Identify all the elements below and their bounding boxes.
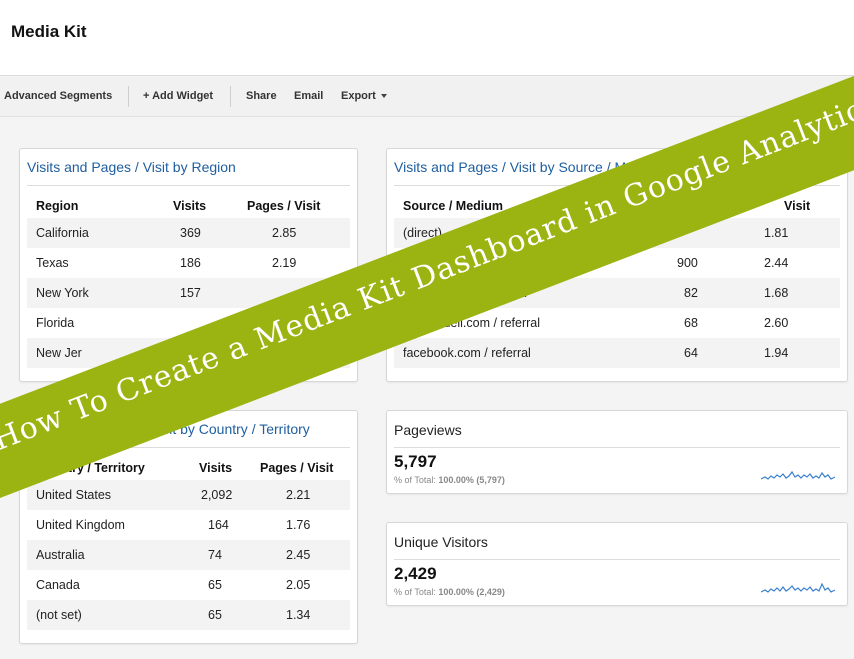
pages-per-visit-cell: 2.85	[272, 226, 297, 240]
column-header: Visits	[173, 199, 207, 213]
percent-of-total-value: 100.00% (5,797)	[438, 475, 505, 485]
region-cell: Texas	[36, 256, 69, 270]
pages-per-visit-cell: 1.94	[764, 346, 789, 360]
column-header: Pages / Visit	[247, 199, 321, 213]
pages-per-visit-cell: 2.19	[272, 256, 297, 270]
metric-value: 2,429	[394, 564, 437, 583]
pageviews-widget: Pageviews 5,797 % of Total: 100.00% (5,7…	[386, 410, 848, 494]
visits-cell: 65	[208, 578, 222, 592]
country-cell: Canada	[36, 578, 80, 592]
column-header: Visits	[199, 461, 233, 475]
share-button[interactable]: Share	[246, 90, 277, 102]
pages-per-visit-cell: 1.68	[764, 286, 789, 300]
source-cell: facebook.com / referral	[403, 346, 531, 360]
pages-per-visit-cell: 2.45	[286, 548, 311, 562]
table-row: (not set) 65 1.34	[27, 600, 350, 630]
visits-cell: 82	[684, 286, 698, 300]
country-cell: (not set)	[36, 608, 82, 622]
visits-cell: 2,092	[201, 488, 233, 502]
column-header: Visit	[784, 199, 811, 213]
table-row: facebook.com / referral 64 1.94	[394, 338, 840, 368]
percent-of-total-label: % of Total:	[394, 587, 436, 597]
widget-title[interactable]: Visits and Pages / Visit by Source / M	[394, 159, 626, 175]
widget-title[interactable]: Visits and Pages / Visit by Region	[27, 159, 236, 175]
advanced-segments-button[interactable]: Advanced Segments	[4, 90, 112, 102]
divider	[394, 559, 840, 560]
visits-cell: 65	[208, 608, 222, 622]
export-label: Export	[341, 90, 376, 102]
region-cell: New York	[36, 286, 89, 300]
visits-cell: 64	[684, 346, 698, 360]
sparkline-chart	[761, 470, 835, 480]
percent-of-total-label: % of Total:	[394, 475, 436, 485]
table-row: Australia 74 2.45	[27, 540, 350, 570]
divider	[27, 185, 350, 186]
widget-title[interactable]: Unique Visitors	[394, 534, 488, 550]
export-button[interactable]: Export	[341, 90, 387, 102]
visits-cell: 164	[208, 518, 229, 532]
email-button[interactable]: Email	[294, 90, 323, 102]
metric-subtext: % of Total: 100.00% (5,797)	[394, 475, 505, 485]
unique-visitors-widget: Unique Visitors 2,429 % of Total: 100.00…	[386, 522, 848, 606]
table-row: United Kingdom 164 1.76	[27, 510, 350, 540]
visits-cell: 369	[180, 226, 201, 240]
visits-cell: 68	[684, 316, 698, 330]
widget-title[interactable]: Pageviews	[394, 422, 462, 438]
pages-per-visit-cell: 2.60	[764, 316, 789, 330]
region-cell: Florida	[36, 316, 75, 330]
table-row: Texas 186 2.19	[27, 248, 350, 278]
pages-per-visit-cell: 1.34	[286, 608, 311, 622]
divider	[394, 447, 840, 448]
column-header: Region	[36, 199, 79, 213]
metric-subtext: % of Total: 100.00% (2,429)	[394, 587, 505, 597]
table-row: Canada 65 2.05	[27, 570, 350, 600]
column-header: Source / Medium	[403, 199, 504, 213]
table-row: United States 2,092 2.21	[27, 480, 350, 510]
toolbar-divider	[230, 86, 231, 107]
visits-cell: 74	[208, 548, 222, 562]
region-cell: New Jer	[36, 346, 82, 360]
page-header: Media Kit	[0, 0, 854, 76]
visits-cell: 186	[180, 256, 201, 270]
column-header: Pages / Visit	[260, 461, 334, 475]
page-title: Media Kit	[11, 22, 87, 41]
pages-per-visit-cell: 2.44	[764, 256, 789, 270]
dashboard-toolbar: Advanced Segments + Add Widget Share Ema…	[0, 77, 854, 117]
pages-per-visit-cell: 2.21	[286, 488, 311, 502]
pages-per-visit-cell: 1.81	[764, 226, 789, 240]
region-cell: California	[36, 226, 89, 240]
pages-per-visit-cell: 2.05	[286, 578, 311, 592]
pages-per-visit-cell: 1.76	[286, 518, 311, 532]
visits-cell: 157	[180, 286, 201, 300]
table-row: California 369 2.85	[27, 218, 350, 248]
percent-of-total-value: 100.00% (2,429)	[438, 587, 505, 597]
toolbar-divider	[128, 86, 129, 107]
country-cell: United States	[36, 488, 112, 502]
visits-cell: 900	[677, 256, 698, 270]
sparkline-chart	[761, 582, 835, 593]
add-widget-button[interactable]: + Add Widget	[143, 90, 213, 102]
country-cell: Australia	[36, 548, 85, 562]
metric-value: 5,797	[394, 452, 437, 471]
chevron-down-icon	[380, 94, 387, 99]
country-cell: United Kingdom	[36, 518, 125, 532]
